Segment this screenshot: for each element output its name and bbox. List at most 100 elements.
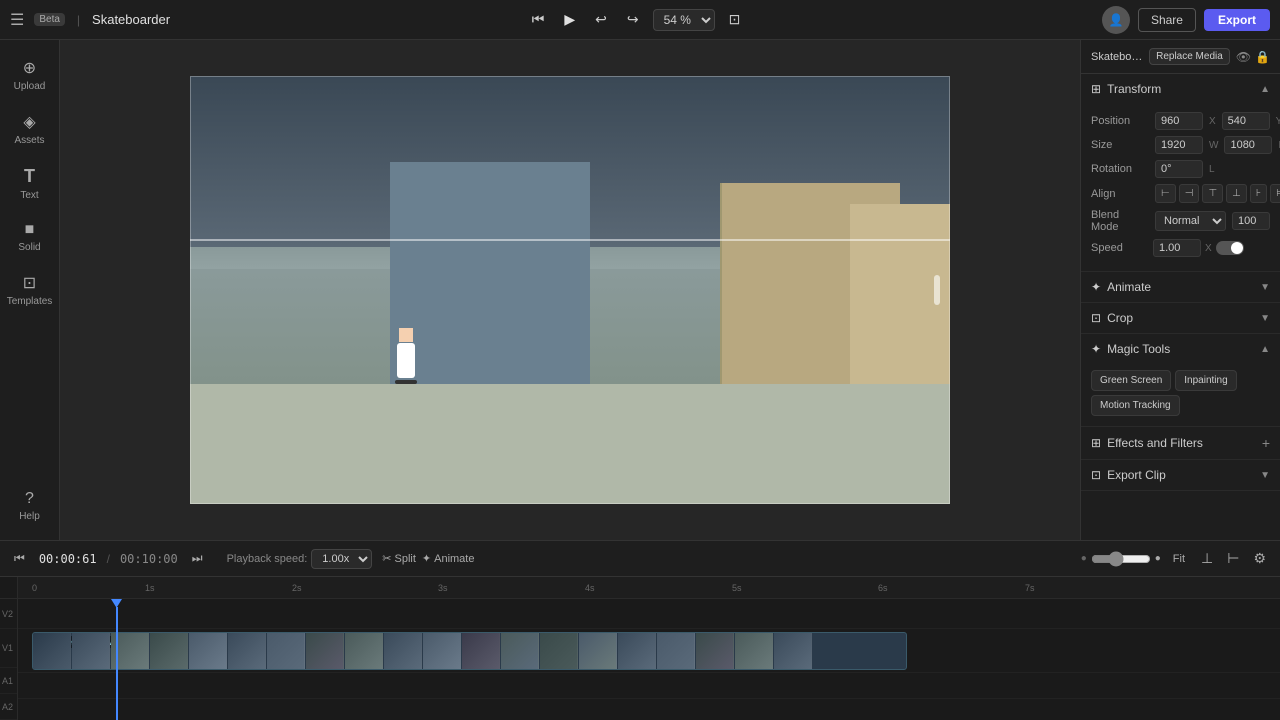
transform-header[interactable]: ⊞ Transform ▲ [1081, 74, 1280, 104]
panel-media-icons: 👁 🔒 [1236, 50, 1270, 64]
size-h-input[interactable] [1224, 136, 1272, 154]
undo-button[interactable]: ↩ [589, 7, 613, 32]
crop-title: ⊡ Crop [1091, 311, 1133, 325]
green-screen-button[interactable]: Green Screen [1091, 370, 1171, 391]
timeline-zoom: ● ● [1081, 551, 1161, 567]
export-clip-icon: ⊡ [1091, 468, 1101, 482]
magic-tools-collapse-icon[interactable]: ▲ [1260, 344, 1270, 355]
avatar[interactable]: 👤 [1102, 6, 1130, 34]
crop-collapse-icon[interactable]: ▼ [1260, 313, 1270, 324]
zoom-select[interactable]: 54 % [653, 9, 715, 31]
magnet-button[interactable]: ⊥ [1197, 548, 1217, 569]
canvas-frame[interactable] [190, 76, 950, 504]
video-clip[interactable]: Skateboarder_Wide [32, 632, 907, 670]
tracks-area: Skateboarder_Wide [18, 599, 1280, 720]
magic-icon: ✦ [1091, 342, 1101, 356]
blend-opacity-input[interactable] [1232, 212, 1270, 230]
position-y-input[interactable] [1222, 112, 1270, 130]
effects-title: ⊞ Effects and Filters [1091, 436, 1203, 450]
transform-icon: ⊞ [1091, 82, 1101, 96]
ruler-0: 0 [32, 583, 37, 593]
main-area: ⊕ Upload ◈ Assets T Text ■ Solid ⊡ Templ… [0, 40, 1280, 540]
thumb-13 [501, 633, 539, 669]
panel-media-header: Skateboa... Replace Media 👁 🔒 [1081, 40, 1280, 74]
sidebar-label-upload: Upload [14, 81, 46, 92]
timeline-skip-end-button[interactable]: ⏭ [188, 549, 207, 568]
motion-tracking-button[interactable]: Motion Tracking [1091, 395, 1180, 416]
timeline-skip-start-button[interactable]: ⏮ [10, 549, 29, 568]
rotation-input[interactable] [1155, 160, 1203, 178]
fit-button[interactable]: Fit [1167, 551, 1191, 567]
blend-mode-select[interactable]: Normal [1155, 211, 1226, 231]
magic-tools-header[interactable]: ✦ Magic Tools ▲ [1081, 334, 1280, 364]
position-y-separator: Y [1276, 116, 1280, 127]
playback-speed-select[interactable]: 1.00x [311, 549, 372, 569]
sidebar-item-templates[interactable]: ⊡ Templates [4, 265, 56, 315]
fullscreen-button[interactable]: ⊡ [723, 7, 747, 32]
thumb-7 [267, 633, 305, 669]
beta-badge: Beta [34, 13, 65, 26]
transform-collapse-icon[interactable]: ▲ [1260, 84, 1270, 95]
text-icon: T [24, 166, 35, 187]
share-button[interactable]: Share [1138, 8, 1196, 32]
align-top-button[interactable]: ⊥ [1226, 184, 1247, 203]
zoom-max-icon: ● [1155, 553, 1161, 564]
sidebar-item-assets[interactable]: ◈ Assets [4, 104, 56, 154]
templates-icon: ⊡ [23, 273, 36, 293]
timeline-body: V2 V1 A1 A2 0 1s 2s 3s 4s 5s 6s 7s [0, 577, 1280, 720]
align-left-button[interactable]: ⊢ [1155, 184, 1176, 203]
speed-input[interactable] [1153, 239, 1201, 257]
play-button[interactable]: ▶ [558, 7, 581, 32]
align-center-v-button[interactable]: ⊦ [1250, 184, 1267, 203]
split-label: Split [395, 553, 416, 565]
speed-label: Speed [1091, 242, 1149, 254]
menu-icon[interactable]: ☰ [10, 10, 24, 30]
speed-toggle[interactable] [1216, 241, 1244, 255]
timeline-toolbar: ⏮ 00:00:61 / 00:10:00 ⏭ Playback speed: … [0, 541, 1280, 577]
effects-add-icon[interactable]: + [1262, 435, 1270, 451]
project-title[interactable]: Skateboarder [92, 12, 170, 27]
thumb-8 [306, 633, 344, 669]
animate-header[interactable]: ✦ Animate ▼ [1081, 272, 1280, 302]
lock-icon[interactable]: 🔒 [1255, 50, 1270, 64]
align-bottom-button[interactable]: ⊧ [1270, 184, 1280, 203]
animate-timeline-icon: ✦ [422, 552, 431, 565]
thumb-10 [384, 633, 422, 669]
export-button[interactable]: Export [1204, 9, 1270, 31]
animate-collapse-icon[interactable]: ▼ [1260, 282, 1270, 293]
sidebar-item-solid[interactable]: ■ Solid [4, 213, 56, 261]
crop-timeline-button[interactable]: ⊢ [1223, 548, 1243, 569]
sidebar-label-assets: Assets [14, 135, 44, 146]
sidebar-item-text[interactable]: T Text [4, 158, 56, 209]
sidebar-item-help[interactable]: ? Help [4, 482, 56, 530]
crop-line-top [190, 239, 950, 241]
export-clip-collapse-icon[interactable]: ▼ [1260, 470, 1270, 481]
redo-button[interactable]: ↪ [621, 7, 645, 32]
animate-button[interactable]: ✦ Animate [422, 552, 475, 565]
export-clip-header[interactable]: ⊡ Export Clip ▼ [1081, 460, 1280, 490]
split-button[interactable]: ✂ Split [382, 552, 416, 565]
size-label: Size [1091, 139, 1149, 151]
position-x-input[interactable] [1155, 112, 1203, 130]
align-right-button[interactable]: ⊤ [1202, 184, 1223, 203]
inpainting-button[interactable]: Inpainting [1175, 370, 1236, 391]
align-center-h-button[interactable]: ⊣ [1179, 184, 1200, 203]
skip-back-button[interactable]: ⏮ [526, 7, 551, 32]
split-icon: ✂ [382, 552, 391, 565]
export-clip-section: ⊡ Export Clip ▼ [1081, 460, 1280, 491]
crop-handle[interactable] [934, 275, 940, 305]
upload-icon: ⊕ [23, 58, 36, 78]
speed-x-separator: X [1205, 243, 1212, 254]
effects-header[interactable]: ⊞ Effects and Filters + [1081, 427, 1280, 459]
sidebar-item-upload[interactable]: ⊕ Upload [4, 50, 56, 100]
crop-header[interactable]: ⊡ Crop ▼ [1081, 303, 1280, 333]
thumb-11 [423, 633, 461, 669]
zoom-slider[interactable] [1091, 551, 1151, 567]
settings-button[interactable]: ⚙ [1249, 548, 1270, 569]
timeline-actions: ✂ Split ✦ Animate [382, 552, 474, 565]
ruler-5s: 5s [732, 583, 742, 593]
size-w-input[interactable] [1155, 136, 1203, 154]
replace-media-button[interactable]: Replace Media [1149, 48, 1230, 65]
eye-icon[interactable]: 👁 [1236, 50, 1251, 64]
timeline-ruler: 0 1s 2s 3s 4s 5s 6s 7s [18, 577, 1280, 599]
